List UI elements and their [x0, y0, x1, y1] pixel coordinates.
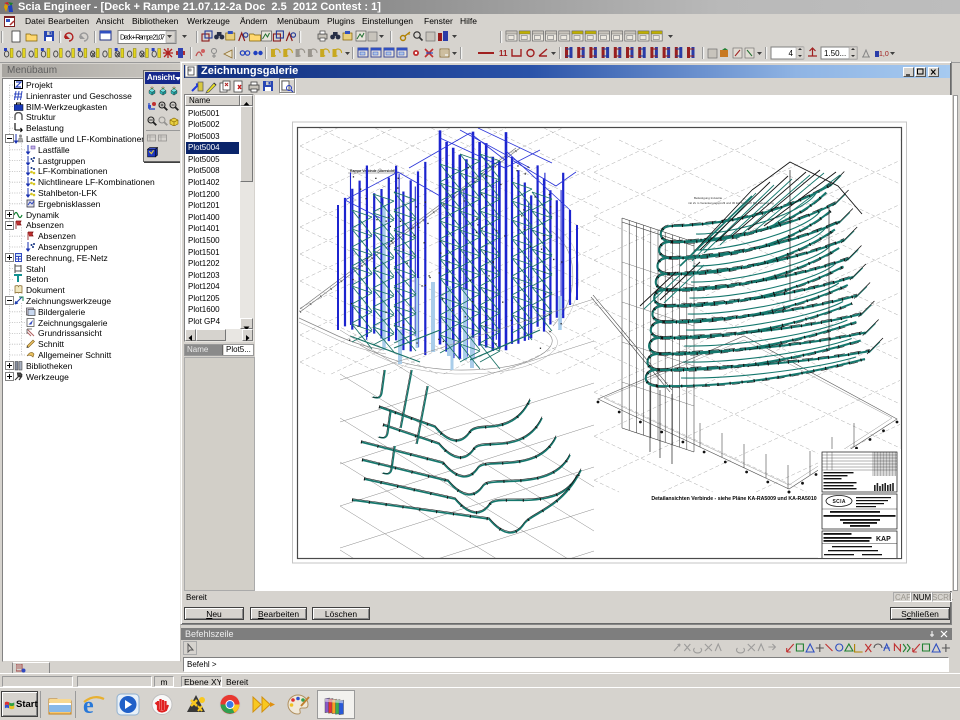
- svg-text:11: 11: [499, 49, 508, 58]
- svg-text:KAP: KAP: [876, 536, 891, 543]
- svg-text:4: 4: [789, 49, 794, 58]
- svg-text:Befestigung Industrie: Befestigung Industrie: [694, 196, 723, 200]
- svg-text:1,0: 1,0: [879, 51, 889, 58]
- svg-text:SCIA: SCIA: [833, 499, 846, 505]
- svg-text:mit 2x m Verankerungsprofil un: mit 2x m Verankerungsprofil und 30 EA Sc…: [688, 201, 774, 205]
- svg-text:Rampe Verbinde (Übersicht): Rampe Verbinde (Übersicht): [350, 168, 395, 173]
- svg-text:1.50...: 1.50...: [824, 49, 846, 58]
- svg-text:Detailansichten Verbinde - sie: Detailansichten Verbinde - siehe Pläne K…: [651, 496, 816, 502]
